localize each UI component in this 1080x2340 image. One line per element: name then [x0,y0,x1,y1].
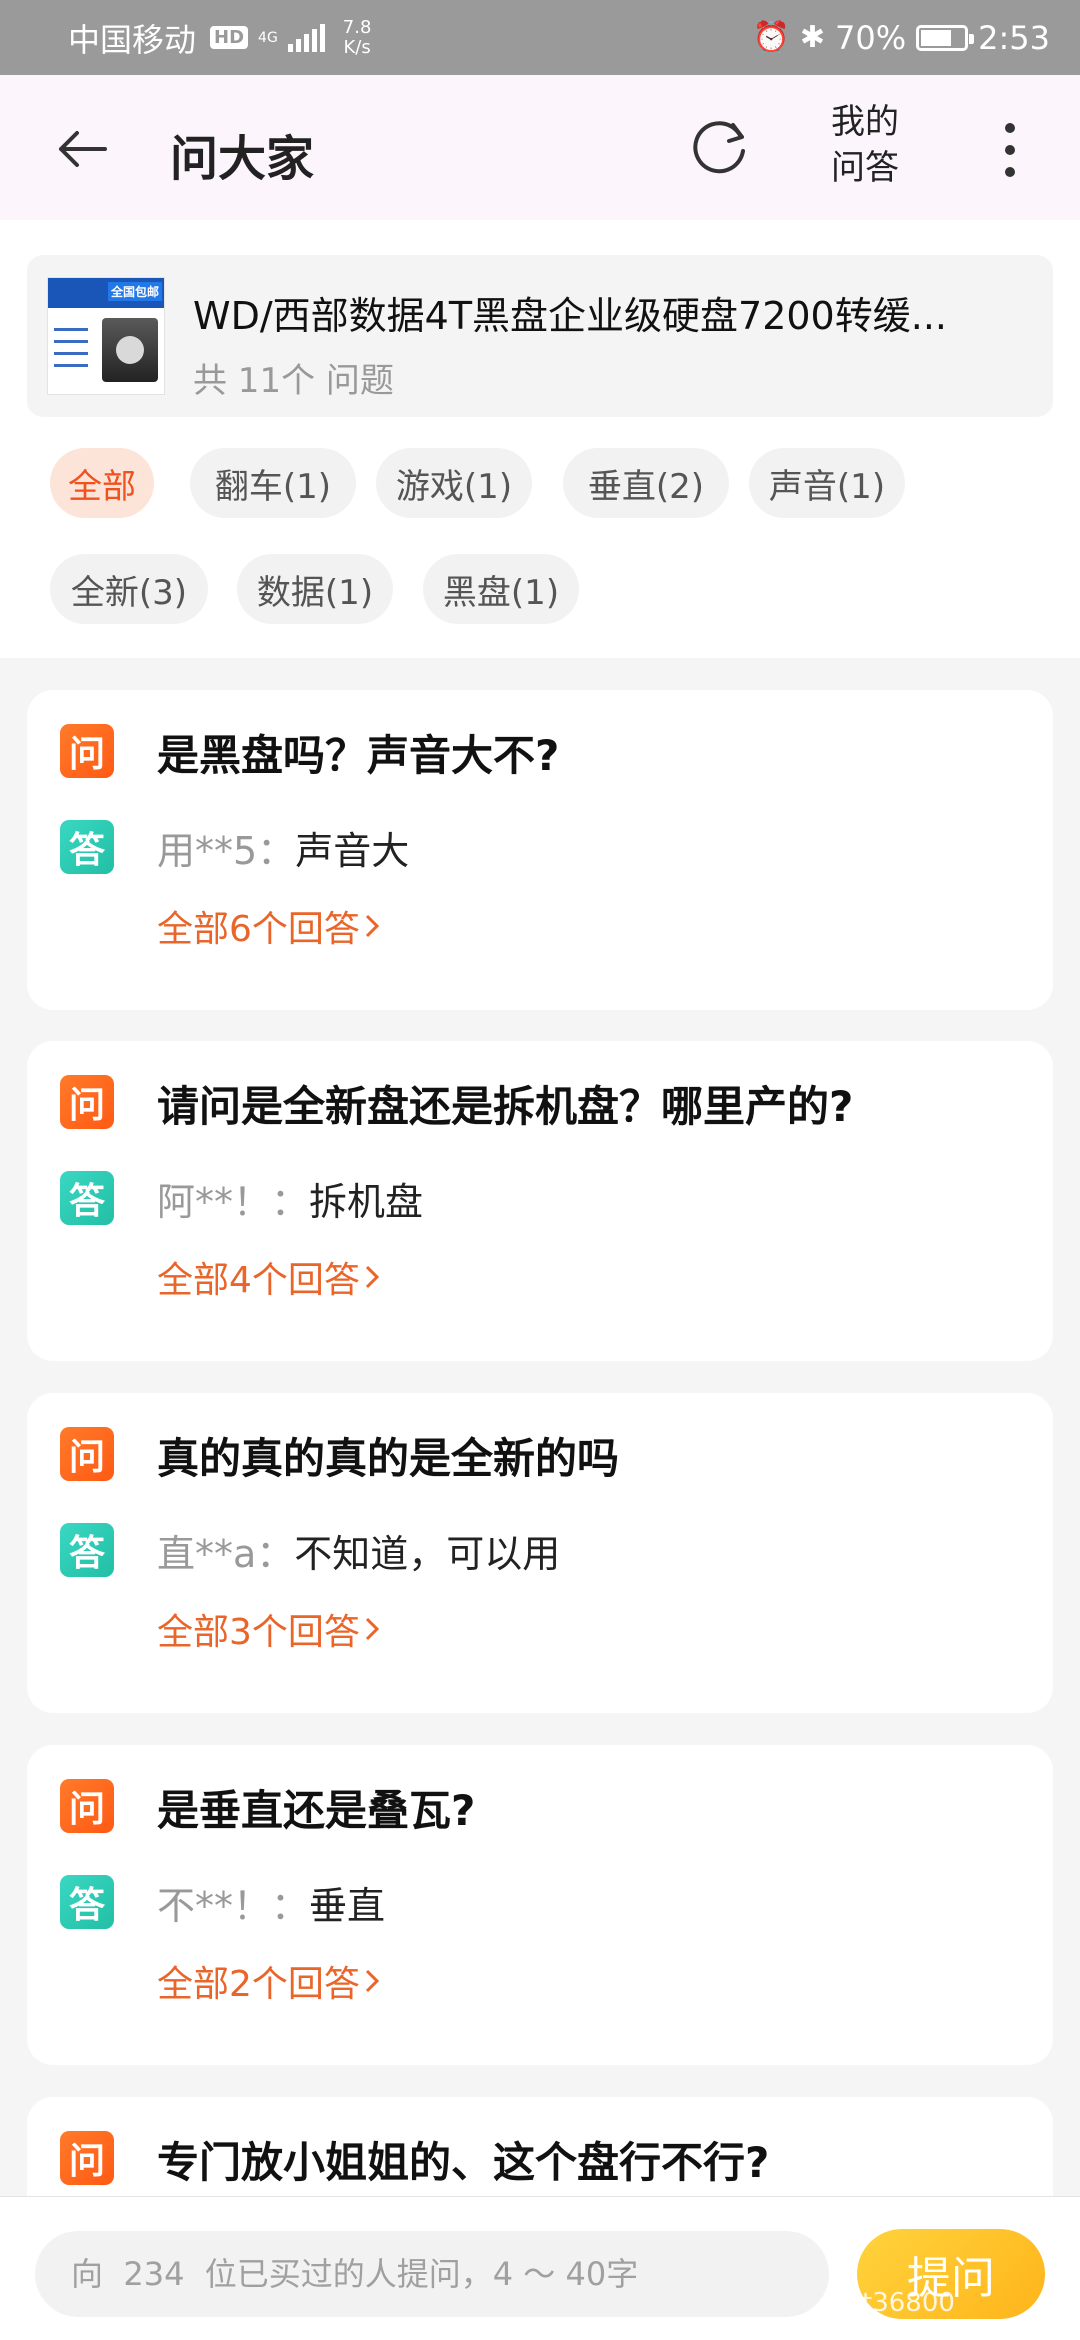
tag-data[interactable]: 数据(1) [237,554,393,624]
hard-drive-image [102,318,158,382]
ask-question-input[interactable] [35,2231,829,2317]
chevron-right-icon [365,1969,380,1993]
back-arrow-icon [59,131,107,167]
product-title: WD/西部数据4T黑盘企业级硬盘7200转缓... [193,294,947,338]
app-header: 问大家 我的 问答 [0,75,1080,220]
chevron-right-icon [365,1265,380,1289]
qa-card[interactable]: 问 真的真的真的是全新的吗 答 直**a：不知道，可以用 全部3个回答 [27,1393,1053,1713]
tag-vertical[interactable]: 垂直(2) [563,448,729,518]
network-speed: 7.8 K/s [342,16,372,58]
product-card[interactable]: 全国包邮 WD/西部数据4T黑盘企业级硬盘7200转缓... 共 11个 问题 [27,255,1053,417]
battery-icon [916,24,975,51]
more-dots-icon [1005,123,1015,133]
watermark: @et36800 [820,2288,955,2318]
answer-badge-icon: 答 [60,1171,114,1225]
more-menu-button[interactable] [985,115,1035,185]
refresh-icon [693,121,745,174]
my-qa-button[interactable]: 我的 问答 [820,99,910,191]
question-count: 共 11个 问题 [193,361,394,401]
answer-user: 阿**！： [157,1180,310,1224]
qa-card[interactable]: 问 请问是全新盘还是拆机盘？哪里产的? 答 阿**！：拆机盘 全部4个回答 [27,1041,1053,1361]
tag-sound[interactable]: 声音(1) [749,448,905,518]
answer-badge-icon: 答 [60,1523,114,1577]
answer-badge-icon: 答 [60,820,114,874]
product-thumbnail: 全国包邮 [47,277,165,395]
all-answers-link[interactable]: 全部6个回答 [157,900,380,952]
battery-percent: 70% [835,18,907,57]
question-badge-icon: 问 [60,2131,114,2185]
qa-card[interactable]: 问 是垂直还是叠瓦? 答 不**！：垂直 全部2个回答 [27,1745,1053,2065]
ask-question-bar: 提问 [0,2196,1080,2340]
answer-user: 直**a： [157,1532,295,1576]
my-qa-label-line2: 问答 [831,148,899,188]
question-text: 专门放小姐姐的、这个盘行不行? [157,2138,770,2187]
answer-text: 拆机盘 [309,1180,424,1224]
question-badge-icon: 问 [60,1075,114,1129]
chevron-right-icon [365,1617,380,1641]
answer-line: 用**5：声音大 [157,820,409,875]
tag-black-disk[interactable]: 黑盘(1) [423,554,579,624]
signal-icon [287,23,325,52]
answer-text: 不知道，可以用 [294,1532,561,1576]
question-badge-icon: 问 [60,1779,114,1833]
tag-all[interactable]: 全部 [50,448,154,518]
answer-line: 阿**！：拆机盘 [157,1171,423,1226]
answer-user: 用**5： [157,829,296,873]
answer-line: 不**！：垂直 [157,1875,385,1930]
top-panel: 全国包邮 WD/西部数据4T黑盘企业级硬盘7200转缓... 共 11个 问题 … [0,220,1080,658]
my-qa-label-line1: 我的 [831,102,899,142]
all-answers-link[interactable]: 全部4个回答 [157,1251,380,1303]
answer-user: 不**！： [157,1884,310,1928]
clock: 2:53 [978,18,1050,57]
question-badge-icon: 问 [60,1427,114,1481]
answer-text: 声音大 [295,829,410,873]
question-text: 真的真的真的是全新的吗 [157,1434,620,1483]
tag-game[interactable]: 游戏(1) [376,448,532,518]
network-type: 4G [258,29,278,46]
alarm-icon: ⏰ [752,20,790,55]
thumb-tag: 全国包邮 [107,282,162,301]
status-bar: 中国移动 HD 4G 7.8 K/s ⏰ ✱ 70% 2:53 [0,0,1080,75]
answer-text: 垂直 [309,1884,386,1928]
qa-card[interactable]: 问 是黑盘吗？声音大不? 答 用**5：声音大 全部6个回答 [27,690,1053,1010]
page-title: 问大家 [170,131,315,187]
back-button[interactable] [52,119,112,179]
question-text: 是黑盘吗？声音大不? [157,731,560,780]
question-text: 是垂直还是叠瓦? [157,1786,476,1835]
refresh-button[interactable] [685,113,753,181]
question-badge-icon: 问 [60,724,114,778]
all-answers-link[interactable]: 全部2个回答 [157,1955,380,2007]
tag-new[interactable]: 全新(3) [50,554,208,624]
hd-icon: HD [210,26,249,49]
tag-fanche[interactable]: 翻车(1) [190,448,356,518]
bluetooth-icon: ✱ [799,20,826,55]
carrier-name: 中国移动 [68,20,197,59]
chevron-right-icon [365,914,380,938]
question-text: 请问是全新盘还是拆机盘？哪里产的? [157,1082,854,1131]
all-answers-link[interactable]: 全部3个回答 [157,1603,380,1655]
answer-line: 直**a：不知道，可以用 [157,1523,560,1578]
answer-badge-icon: 答 [60,1875,114,1929]
